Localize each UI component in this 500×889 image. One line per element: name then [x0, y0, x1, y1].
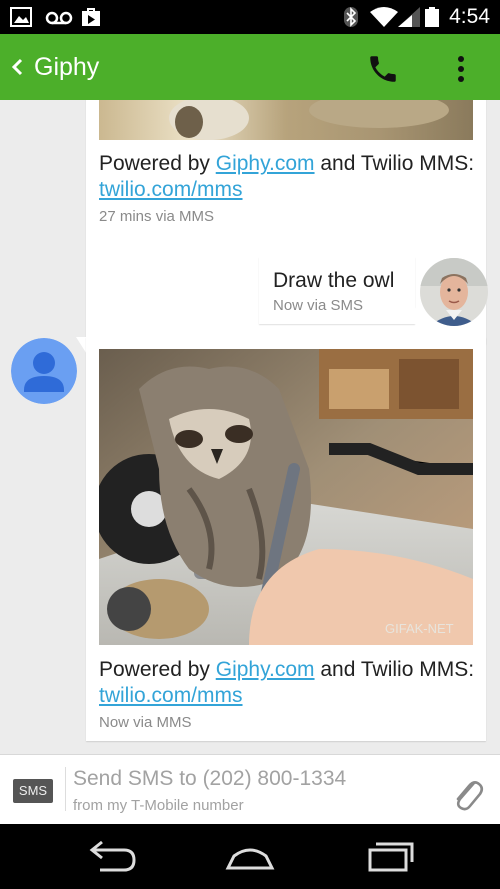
message-input[interactable]: Send SMS to (202) 800-1334 [73, 767, 346, 791]
sender-number-hint: from my T-Mobile number [73, 797, 244, 814]
signal-icon [398, 7, 420, 27]
twilio-link[interactable]: twilio.com/mms [99, 684, 243, 707]
navigation-bar [0, 824, 500, 889]
gif-thumbnail [99, 100, 473, 140]
action-bar: Giphy [0, 34, 500, 100]
compose-bar: SMS Send SMS to (202) 800-1334 from my T… [0, 754, 500, 824]
recents-icon[interactable] [360, 836, 420, 876]
chevron-left-icon[interactable] [10, 56, 24, 78]
sms-mode-badge[interactable]: SMS [13, 779, 53, 803]
message-text: Powered by Giphy.com and Twilio MMS: twi… [99, 658, 475, 707]
giphy-link[interactable]: Giphy.com [216, 658, 315, 681]
status-bar: 4:54 [0, 0, 500, 34]
message-timestamp: Now via MMS [99, 714, 192, 731]
image-notification-icon [10, 7, 32, 27]
message-text: Draw the owl [273, 269, 395, 292]
gif-image[interactable] [99, 100, 473, 140]
phone-icon[interactable] [366, 52, 400, 86]
conversation-list[interactable]: Powered by Giphy.com and Twilio MMS: twi… [0, 100, 500, 754]
gif-image[interactable]: GIFAK-NET [99, 349, 473, 645]
conversation-title[interactable]: Giphy [34, 53, 99, 82]
voicemail-icon [45, 11, 73, 25]
watermark-text: GIFAK-NET [385, 621, 454, 636]
clock: 4:54 [449, 5, 490, 28]
twilio-link[interactable]: twilio.com/mms [99, 178, 243, 201]
back-icon[interactable] [80, 836, 140, 876]
giphy-link[interactable]: Giphy.com [216, 152, 315, 175]
message-text: Powered by Giphy.com and Twilio MMS: twi… [99, 152, 475, 201]
bluetooth-icon [344, 7, 358, 27]
battery-icon [425, 7, 439, 27]
owl-gif: GIFAK-NET [99, 349, 473, 645]
user-photo [420, 258, 488, 326]
paperclip-icon[interactable] [450, 773, 484, 813]
message-timestamp: Now via SMS [273, 297, 364, 314]
person-icon [11, 338, 77, 404]
contact-avatar[interactable] [11, 338, 77, 404]
self-avatar[interactable] [420, 258, 488, 326]
message-bubble-incoming[interactable]: GIFAK-NET Powered by Giphy.com and Twili… [86, 337, 486, 741]
compose-divider [65, 767, 66, 811]
more-vert-icon[interactable] [448, 52, 474, 86]
wifi-icon [370, 7, 398, 27]
play-store-icon [82, 8, 100, 26]
message-bubble-outgoing[interactable]: Draw the owl Now via SMS [259, 257, 415, 324]
message-timestamp: 27 mins via MMS [99, 208, 215, 225]
home-icon[interactable] [220, 836, 280, 876]
